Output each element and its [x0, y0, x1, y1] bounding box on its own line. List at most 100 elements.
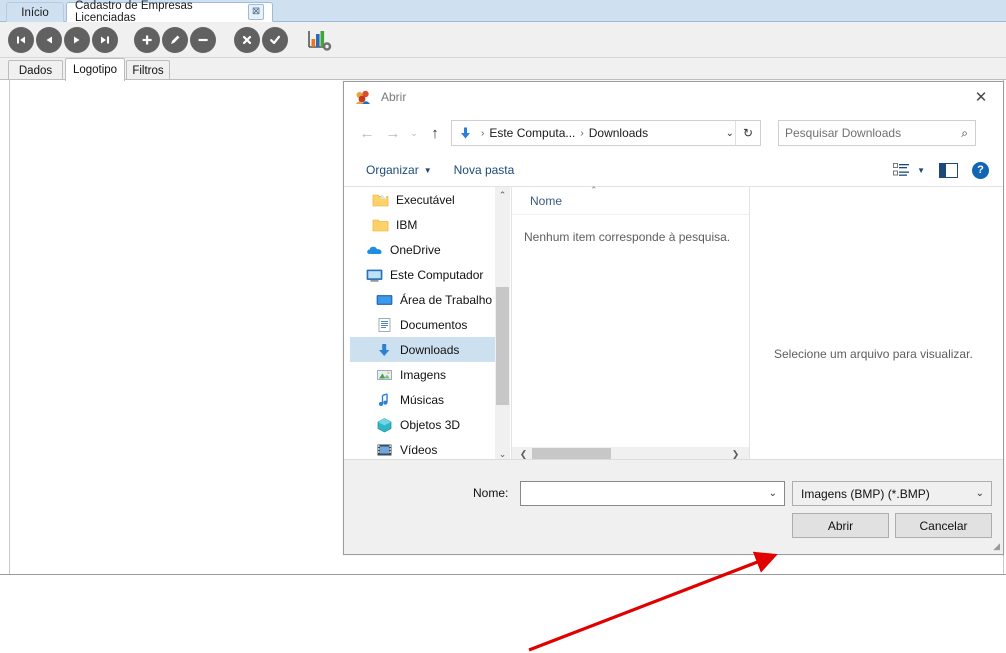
sidebar-label: Este Computador — [390, 267, 484, 282]
pictures-icon — [376, 367, 393, 383]
computer-icon — [366, 267, 383, 283]
confirm-record-icon[interactable] — [262, 26, 288, 53]
delete-record-icon[interactable] — [190, 26, 216, 53]
organize-menu[interactable]: Organizar ▼ — [366, 163, 432, 177]
record-navigation-toolbar — [0, 22, 1006, 58]
sidebar-item-musicas[interactable]: Músicas — [350, 387, 495, 412]
downloads-icon — [376, 342, 393, 358]
view-controls: ▼ ? — [893, 161, 989, 179]
sidebar-label: Executável — [396, 192, 455, 207]
app-tab-inicio-label: Início — [21, 6, 49, 19]
sidebar-item-downloads[interactable]: Downloads — [350, 337, 495, 362]
close-icon[interactable]: ✕ — [959, 82, 1003, 112]
add-record-icon[interactable] — [134, 26, 160, 53]
file-type-filter-select[interactable]: Imagens (BMP) (*.BMP) ⌄ — [792, 481, 992, 506]
sidebar-item-imagens[interactable]: Imagens — [350, 362, 495, 387]
breadcrumb-segment-computer[interactable]: Este Computa... — [489, 126, 575, 140]
onedrive-icon — [366, 242, 383, 258]
organize-label: Organizar — [366, 163, 419, 177]
scroll-up-icon[interactable]: ⌃ — [495, 187, 510, 203]
folder-icon — [372, 217, 389, 233]
dialog-title: Abrir — [381, 90, 407, 104]
form-tab-strip: Dados Logotipo Filtros — [0, 58, 1006, 81]
help-icon[interactable]: ? — [972, 161, 989, 179]
previous-record-icon[interactable] — [36, 26, 62, 53]
app-tab-cadastro-empresas[interactable]: Cadastro de Empresas Licenciadas ⊠ — [66, 0, 273, 24]
filename-input[interactable]: ⌄ — [520, 481, 785, 506]
chevron-down-icon: ▼ — [423, 165, 432, 175]
application-tab-strip: Início Cadastro de Empresas Licenciadas … — [0, 0, 1006, 24]
navigation-pane: Executável IBM OneDrive Este Computador … — [350, 187, 495, 462]
sidebar-label: Downloads — [400, 342, 460, 357]
new-folder-label: Nova pasta — [453, 163, 515, 177]
desktop-icon — [376, 292, 393, 308]
search-icon: ⌕ — [961, 125, 968, 140]
scrollbar-thumb[interactable] — [496, 287, 509, 405]
back-button[interactable]: ← — [354, 120, 380, 146]
app-tab-inicio[interactable]: Início — [6, 2, 64, 22]
folder-users-icon — [355, 90, 372, 105]
preview-message: Selecione um arquivo para visualizar. — [774, 347, 973, 361]
file-type-filter-value: Imagens (BMP) (*.BMP) — [801, 486, 930, 501]
new-folder-button[interactable]: Nova pasta — [454, 163, 515, 177]
sidebar-item-este-computador[interactable]: Este Computador — [350, 262, 495, 287]
cancel-record-icon[interactable] — [234, 26, 260, 53]
chevron-down-icon[interactable]: ⌄ — [769, 488, 777, 499]
tab-filtros[interactable]: Filtros — [126, 60, 170, 80]
cancel-button[interactable]: Cancelar — [895, 513, 992, 538]
sidebar-item-objetos-3d[interactable]: Objetos 3D — [350, 412, 495, 437]
dialog-navigation-bar: ← → ⌄ ↑ › Este Computa... › Downloads ⌄ … — [344, 112, 1003, 154]
tab-dados-label: Dados — [18, 64, 53, 77]
sidebar-label: Documentos — [400, 317, 468, 332]
file-list-pane[interactable]: Nome ⌃ Nenhum item corresponde à pesquis… — [511, 185, 749, 462]
objects3d-icon — [376, 417, 393, 433]
tab-logotipo[interactable]: Logotipo — [65, 58, 125, 81]
file-list-header[interactable]: Nome ⌃ — [512, 185, 749, 215]
open-file-dialog: Abrir ✕ ← → ⌄ ↑ › Este Computa... › Down… — [343, 81, 1004, 555]
videos-icon — [376, 442, 393, 458]
breadcrumb-segment-downloads[interactable]: Downloads — [589, 126, 648, 140]
folder-shortcut-icon — [372, 192, 389, 208]
up-button[interactable]: ↑ — [422, 120, 448, 146]
last-record-icon[interactable] — [92, 26, 118, 53]
first-record-icon[interactable] — [8, 26, 34, 53]
sidebar-item-documentos[interactable]: Documentos — [350, 312, 495, 337]
chevron-down-icon[interactable]: ⌄ — [726, 128, 734, 139]
tab-logotipo-label: Logotipo — [72, 64, 118, 76]
navigation-pane-scrollbar[interactable]: ⌃ ⌄ — [495, 187, 510, 462]
sidebar-item-area-de-trabalho[interactable]: Área de Trabalho — [350, 287, 495, 312]
refresh-icon[interactable]: ↻ — [735, 121, 760, 145]
filename-label: Nome: — [473, 486, 509, 500]
dialog-command-bar: Organizar ▼ Nova pasta ▼ ? — [344, 154, 1003, 186]
footer-panel: Observação: certifique-se que o tamanho … — [0, 575, 1006, 653]
breadcrumb[interactable]: › Este Computa... › Downloads ⌄ ↻ — [451, 120, 761, 146]
next-record-icon[interactable] — [64, 26, 90, 53]
forward-button[interactable]: → — [380, 120, 406, 146]
tab-dados[interactable]: Dados — [8, 60, 63, 80]
search-placeholder: Pesquisar Downloads — [785, 126, 902, 140]
tab-filtros-label: Filtros — [132, 64, 164, 77]
preview-pane-toggle-icon[interactable] — [939, 162, 958, 178]
sidebar-item-executavel[interactable]: Executável — [350, 187, 495, 212]
cancel-button-label: Cancelar — [919, 518, 968, 533]
preview-pane: Selecione um arquivo para visualizar. — [749, 187, 1003, 462]
sidebar-item-onedrive[interactable]: OneDrive — [350, 237, 495, 262]
recent-locations-button[interactable]: ⌄ — [406, 120, 422, 146]
column-header-nome[interactable]: Nome — [530, 194, 562, 208]
sort-ascending-icon: ⌃ — [590, 185, 598, 195]
sidebar-label: IBM — [396, 217, 418, 232]
edit-record-icon[interactable] — [162, 26, 188, 53]
dialog-title-bar: Abrir ✕ — [344, 82, 1003, 112]
documents-icon — [376, 317, 393, 333]
view-mode-icon[interactable] — [893, 163, 910, 177]
chart-settings-icon[interactable] — [306, 27, 334, 53]
app-tab-cadastro-label: Cadastro de Empresas Licenciadas — [75, 0, 193, 24]
dialog-body: Executável IBM OneDrive Este Computador … — [344, 185, 1003, 462]
close-icon[interactable]: ⊠ — [248, 4, 264, 20]
search-input[interactable]: Pesquisar Downloads ⌕ — [778, 120, 976, 146]
music-icon — [376, 392, 393, 408]
resize-grip-icon[interactable]: ◢ — [993, 541, 1000, 552]
chevron-down-icon[interactable]: ▼ — [917, 166, 925, 175]
sidebar-item-ibm[interactable]: IBM — [350, 212, 495, 237]
open-button[interactable]: Abrir — [792, 513, 889, 538]
